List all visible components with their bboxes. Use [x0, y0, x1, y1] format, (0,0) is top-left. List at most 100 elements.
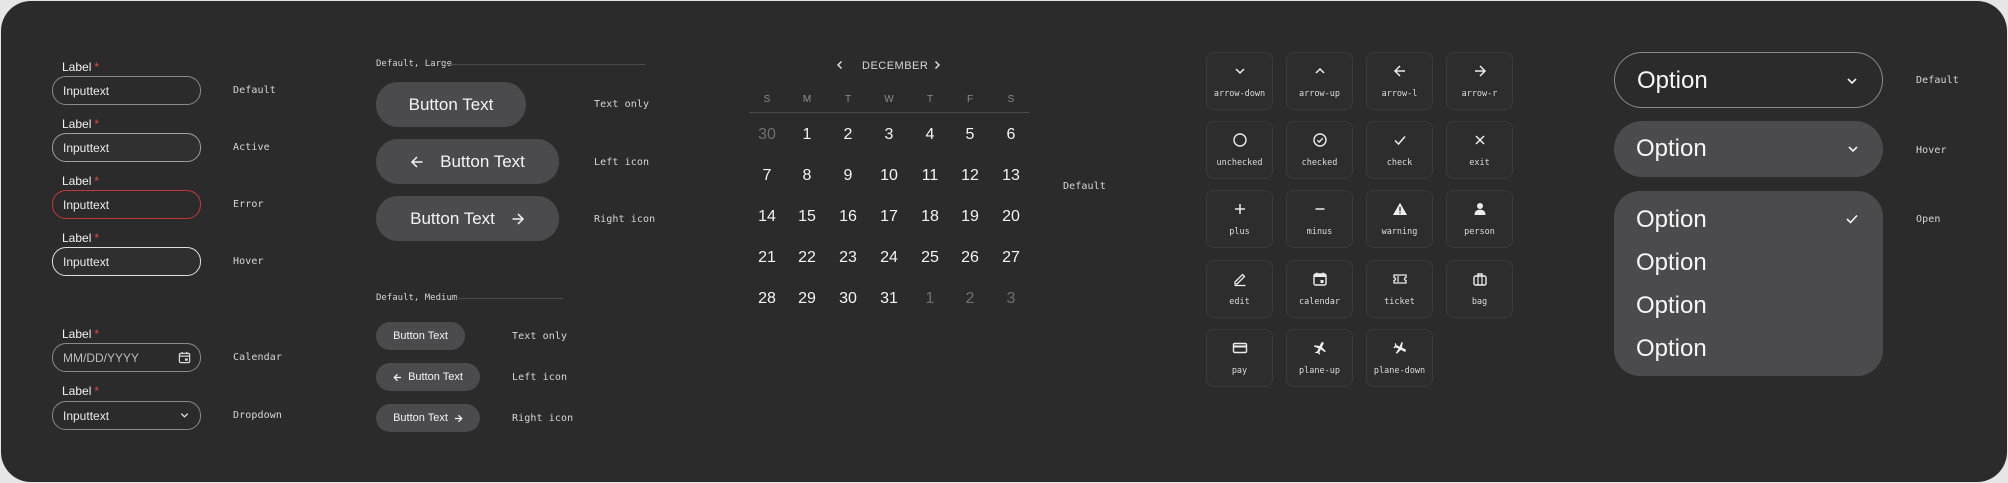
select-default[interactable]: Option	[1614, 52, 1883, 108]
calendar-day[interactable]: 27	[991, 249, 1031, 267]
divider	[453, 298, 563, 299]
state-label-dropdown: Dropdown	[233, 410, 282, 421]
calendar-day[interactable]: 13	[991, 167, 1031, 185]
icon-tile-bag[interactable]: bag	[1446, 260, 1513, 318]
calendar-day[interactable]: 18	[910, 208, 950, 226]
calendar-day[interactable]: 14	[747, 208, 787, 226]
field-label-active: Label *	[62, 117, 100, 131]
icon-tile-pay[interactable]: pay	[1206, 329, 1273, 387]
date-input[interactable]: MM/DD/YYYY	[52, 343, 201, 372]
icon-tile-minus[interactable]: minus	[1286, 190, 1353, 248]
arrow-left-icon	[393, 373, 402, 381]
variant-label-text-only-medium: Text only	[512, 331, 568, 342]
icon-tile-check[interactable]: check	[1366, 121, 1433, 179]
button-medium-text-only[interactable]: Button Text	[376, 322, 465, 350]
calendar-day[interactable]: 8	[787, 167, 827, 185]
field-label-hover: Label *	[62, 231, 100, 245]
icon-label: minus	[1306, 227, 1333, 237]
select-option[interactable]: Option	[1636, 292, 1707, 320]
arrow-right-icon	[512, 212, 524, 225]
icon-tile-arrow-down[interactable]: arrow-down	[1206, 52, 1273, 110]
check-icon	[1394, 136, 1406, 146]
calendar-day[interactable]: 29	[787, 290, 827, 308]
select-hover[interactable]: Option	[1614, 121, 1883, 177]
icon-tile-arrow-r[interactable]: arrow-r	[1446, 52, 1513, 110]
chevron-right-icon[interactable]	[932, 60, 942, 70]
person-icon	[1474, 203, 1486, 215]
calendar-day[interactable]: 17	[869, 208, 909, 226]
check-icon	[1846, 214, 1858, 224]
icon-tile-ticket[interactable]: ticket	[1366, 260, 1433, 318]
select-option[interactable]: Option	[1636, 335, 1707, 363]
icon-label: person	[1464, 227, 1495, 237]
calendar-day[interactable]: 30	[747, 126, 787, 144]
icon-tile-exit[interactable]: exit	[1446, 121, 1513, 179]
calendar-day[interactable]: 3	[869, 126, 909, 144]
calendar-day[interactable]: 10	[869, 167, 909, 185]
icon-tile-person[interactable]: person	[1446, 190, 1513, 248]
icon-tile-calendar[interactable]: calendar	[1286, 260, 1353, 318]
calendar-month: DECEMBER	[862, 60, 929, 72]
calendar-day[interactable]: 23	[828, 249, 868, 267]
calendar-icon[interactable]	[178, 351, 191, 364]
icon-tile-arrow-up[interactable]: arrow-up	[1286, 52, 1353, 110]
icon-tile-plane-up[interactable]: plane-up	[1286, 329, 1353, 387]
calendar-day[interactable]: 22	[787, 249, 827, 267]
pay-icon	[1232, 342, 1248, 354]
calendar-day[interactable]: 7	[747, 167, 787, 185]
calendar-day[interactable]: 28	[747, 290, 787, 308]
dropdown-input[interactable]: Inputtext	[52, 401, 201, 430]
calendar-day[interactable]: 5	[950, 126, 990, 144]
calendar-day[interactable]: 4	[910, 126, 950, 144]
text-input-error[interactable]: Inputtext	[52, 190, 201, 219]
calendar-day[interactable]: 21	[747, 249, 787, 267]
minus-icon	[1315, 208, 1325, 210]
icon-tile-edit[interactable]: edit	[1206, 260, 1273, 318]
field-label-dropdown: Label *	[62, 384, 100, 398]
calendar-day[interactable]: 19	[950, 208, 990, 226]
icon-tile-checked[interactable]: checked	[1286, 121, 1353, 179]
text-input-hover[interactable]: Inputtext	[52, 247, 201, 276]
state-label-calendar: Calendar	[233, 352, 282, 363]
calendar-day[interactable]: 1	[787, 126, 827, 144]
unchecked-icon	[1233, 133, 1247, 147]
button-large-left-icon[interactable]: Button Text	[376, 139, 559, 184]
button-large-text-only[interactable]: Button Text	[376, 82, 526, 127]
calendar-day[interactable]: 2	[950, 290, 990, 308]
icon-tile-plane-down[interactable]: plane-down	[1366, 329, 1433, 387]
calendar-day[interactable]: 9	[828, 167, 868, 185]
calendar-day[interactable]: 15	[787, 208, 827, 226]
text-input-default[interactable]: Inputtext	[52, 76, 201, 105]
button-large-right-icon[interactable]: Button Text	[376, 196, 559, 241]
chevron-left-icon[interactable]	[835, 60, 845, 70]
weekday-label: F	[966, 94, 974, 105]
icon-tile-unchecked[interactable]: unchecked	[1206, 121, 1273, 179]
select-option[interactable]: Option	[1636, 206, 1707, 234]
state-label-active: Active	[233, 142, 270, 153]
calendar-day[interactable]: 25	[910, 249, 950, 267]
calendar-day[interactable]: 30	[828, 290, 868, 308]
calendar-day[interactable]: 2	[828, 126, 868, 144]
icon-label: arrow-r	[1461, 89, 1498, 99]
button-medium-left-icon[interactable]: Button Text	[376, 363, 480, 391]
calendar-day[interactable]: 12	[950, 167, 990, 185]
icon-tile-plus[interactable]: plus	[1206, 190, 1273, 248]
select-option[interactable]: Option	[1636, 249, 1707, 277]
weekday-label: M	[802, 94, 812, 105]
button-medium-right-icon[interactable]: Button Text	[376, 404, 480, 432]
calendar-day[interactable]: 1	[910, 290, 950, 308]
icon-tile-arrow-l[interactable]: arrow-l	[1366, 52, 1433, 110]
calendar-day[interactable]: 11	[910, 167, 950, 185]
calendar-day[interactable]: 31	[869, 290, 909, 308]
field-label-calendar: Label *	[62, 327, 100, 341]
calendar-day[interactable]: 16	[828, 208, 868, 226]
calendar-day[interactable]: 3	[991, 290, 1031, 308]
calendar-day[interactable]: 24	[869, 249, 909, 267]
text-input-active[interactable]: Inputtext	[52, 133, 201, 162]
calendar-day[interactable]: 26	[950, 249, 990, 267]
icon-tile-warning[interactable]: warning	[1366, 190, 1433, 248]
state-label-calendar-default: Default	[1063, 181, 1106, 192]
weekday-label: S	[1007, 94, 1015, 105]
calendar-day[interactable]: 20	[991, 208, 1031, 226]
calendar-day[interactable]: 6	[991, 126, 1031, 144]
